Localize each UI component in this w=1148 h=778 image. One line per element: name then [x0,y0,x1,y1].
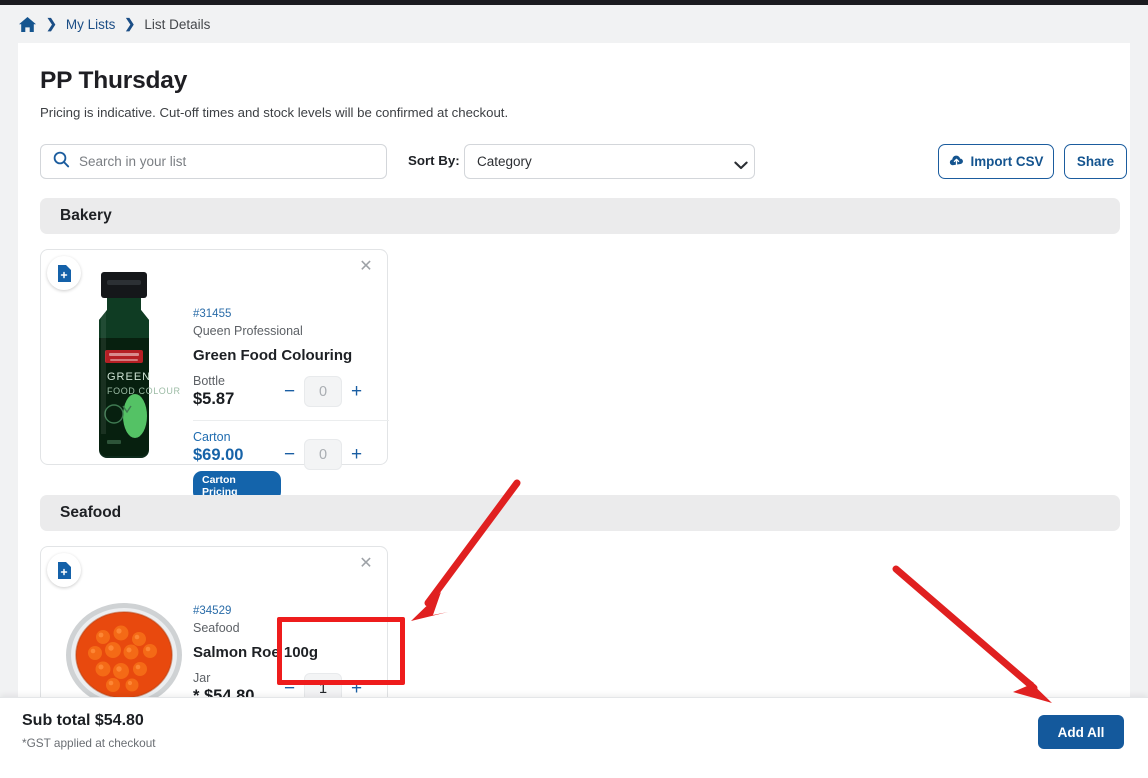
page-subtitle: Pricing is indicative. Cut-off times and… [40,105,508,120]
product-sku: #31455 [193,308,389,320]
import-csv-button[interactable]: Import CSV [938,144,1054,179]
svg-text:FOOD COLOUR: FOOD COLOUR [107,386,181,396]
product-info: #34529 Seafood Salmon Roe 100g [193,547,389,661]
product-brand: Queen Professional [193,324,389,338]
product-sku: #34529 [193,605,389,617]
share-label: Share [1077,154,1114,169]
breadcrumb-item-list-details: List Details [144,17,210,32]
document-plus-icon[interactable] [47,553,81,587]
sort-by-select[interactable]: Category [464,144,755,179]
quantity-stepper-carton[interactable]: − 0 + [281,439,365,470]
svg-text:GREEN: GREEN [107,371,151,383]
price-left: Carton $69.00 Carton Pricing [193,430,281,501]
quantity-value[interactable]: 0 [304,439,342,470]
section-header-bakery: Bakery [40,198,1120,234]
page-title: PP Thursday [40,67,187,95]
unit-label: Carton [193,430,281,444]
product-brand: Seafood [193,621,389,635]
breadcrumb-separator-1: ❯ [46,16,57,32]
product-name: Green Food Colouring [193,347,389,364]
cloud-upload-icon [949,154,964,170]
quantity-value[interactable]: 0 [304,376,342,407]
subtotal-label: Sub total $54.80 [22,712,144,730]
section-title: Bakery [60,207,112,225]
import-csv-label: Import CSV [971,154,1044,169]
price-divider [193,420,389,421]
home-icon[interactable] [18,16,37,33]
product-image-green-food-colouring: GREEN FOOD COLOUR [55,264,193,464]
section-header-seafood: Seafood [40,495,1120,531]
unit-price: $5.87 [193,390,281,409]
quantity-stepper-bottle[interactable]: − 0 + [281,376,365,407]
bottom-summary-bar: Sub total $54.80 *GST applied at checkou… [0,697,1148,778]
product-card-green-food-colouring[interactable]: GREEN FOOD COLOUR ✕ #31455 Queen Profess… [40,249,388,465]
search-input[interactable] [79,154,359,169]
product-name: Salmon Roe 100g [193,644,389,661]
unit-label: Jar [193,671,281,685]
decrement-button[interactable]: − [281,444,298,466]
decrement-button[interactable]: − [281,381,298,403]
unit-label: Bottle [193,374,281,388]
sort-by-label: Sort By: [408,153,460,168]
list-toolbar: Sort By: Category Import CSV Share [40,144,1108,180]
app-root: ❯ My Lists ❯ List Details PP Thursday Pr… [0,0,1148,778]
unit-price: $69.00 [193,446,281,465]
product-info: #31455 Queen Professional Green Food Col… [193,250,389,364]
price-left: Bottle $5.87 [193,374,281,409]
page-container: PP Thursday Pricing is indicative. Cut-o… [18,43,1130,697]
increment-button[interactable]: + [348,381,365,403]
price-row-bottle: Bottle $5.87 − 0 + [193,374,389,409]
price-row-carton: Carton $69.00 Carton Pricing − 0 + [193,430,389,501]
add-all-button[interactable]: Add All [1038,715,1124,749]
gst-note: *GST applied at checkout [22,736,156,750]
breadcrumb: ❯ My Lists ❯ List Details [18,5,1130,43]
increment-button[interactable]: + [348,444,365,466]
search-icon [53,151,70,173]
search-box[interactable] [40,144,387,179]
section-title: Seafood [60,504,121,522]
breadcrumb-separator-2: ❯ [124,16,135,32]
share-button[interactable]: Share [1064,144,1127,179]
breadcrumb-item-my-lists[interactable]: My Lists [66,17,116,32]
